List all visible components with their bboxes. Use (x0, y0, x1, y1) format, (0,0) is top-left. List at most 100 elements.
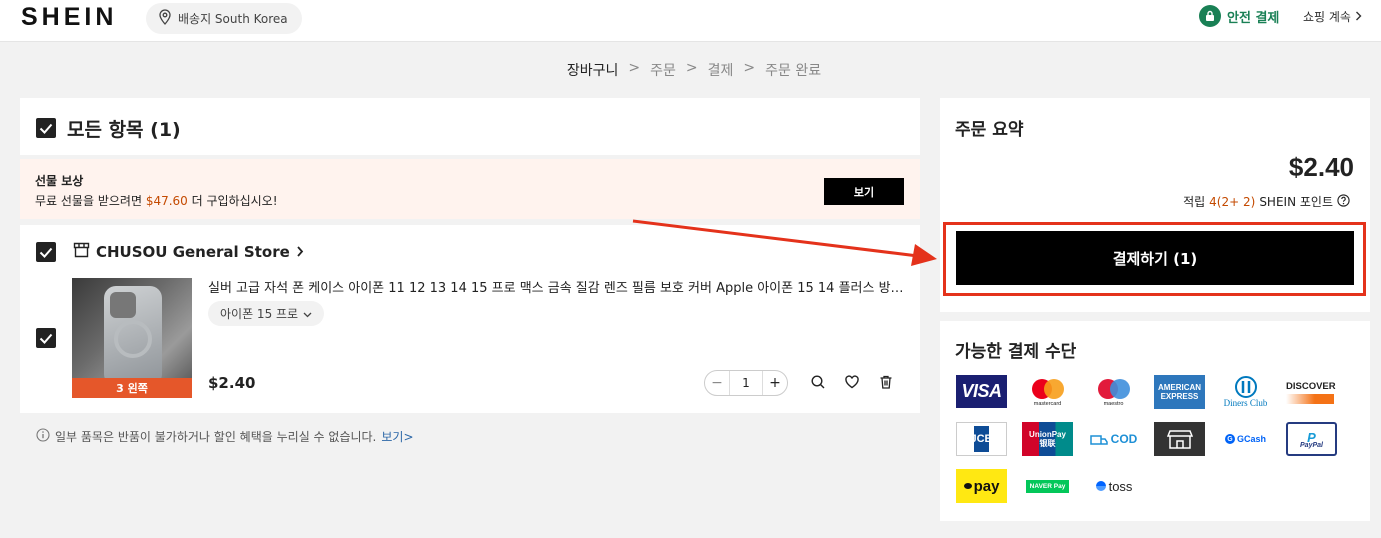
wishlist-heart-icon[interactable] (844, 374, 860, 394)
diners-club-label: Diners Club (1223, 398, 1268, 408)
gift-desc-suffix: 더 구입하십시오! (187, 194, 278, 208)
info-icon (36, 428, 50, 445)
gcash-label: GCash (1236, 434, 1266, 444)
cod-logo: COD (1088, 422, 1139, 456)
kakaopay-logo: pay (956, 469, 1007, 503)
continue-shopping-link[interactable]: 쇼핑 계속 (1303, 8, 1362, 25)
lock-icon (1199, 5, 1221, 27)
mastercard-logo: mastercard (1022, 375, 1073, 409)
points-prefix: 적립 (1183, 195, 1206, 209)
item-checkbox[interactable] (36, 328, 56, 348)
gift-reward-banner: 선물 보상 무료 선물을 받으려면 $47.60 더 구입하십시오! 보기 (20, 159, 920, 219)
camera-illustration (110, 292, 136, 318)
kakaopay-label: pay (973, 477, 1000, 495)
quantity-decrease-button[interactable]: − (705, 375, 729, 391)
select-all-checkbox[interactable] (36, 118, 56, 138)
gift-amount: $47.60 (145, 194, 188, 208)
gcash-logo: G GCash (1220, 422, 1271, 456)
top-header: SHEIN 배송지 South Korea 안전 결제 쇼핑 계속 (0, 0, 1381, 42)
store-link[interactable]: CHUSOU General Store (73, 242, 304, 262)
shein-logo[interactable]: SHEIN (21, 3, 117, 32)
product-image[interactable]: 3 왼쪽 (72, 278, 192, 398)
breadcrumb-order: 주문 (650, 63, 676, 79)
secure-checkout-label: 안전 결제 (1227, 10, 1280, 26)
return-policy-view-link[interactable]: 보기> (381, 428, 413, 445)
quantity-stepper: − 1 + (704, 370, 788, 396)
ship-to-selector[interactable]: 배송지 South Korea (146, 3, 302, 34)
quantity-value[interactable]: 1 (729, 371, 763, 395)
paypal-logo: P PayPal (1286, 422, 1337, 456)
magsafe-ring-illustration (114, 320, 152, 358)
naverpay-label: NAVER Pay (1025, 479, 1070, 493)
toss-logo: toss (1088, 469, 1139, 503)
store-panel: CHUSOU General Store 3 왼쪽 실버 고급 자석 폰 케이스… (20, 225, 920, 413)
trash-icon[interactable] (878, 374, 894, 394)
kakao-bubble-icon (963, 483, 972, 489)
return-policy-note: 일부 품목은 반품이 불가하거나 할인 혜택을 누리실 수 없습니다. 보기> (36, 428, 414, 445)
store-checkbox[interactable] (36, 242, 56, 262)
discover-stripe (1286, 393, 1334, 404)
select-all-label: 모든 항목 (1) (67, 119, 181, 141)
product-price: $2.40 (208, 374, 256, 392)
store-payment-logo (1154, 422, 1205, 456)
search-similar-icon[interactable] (810, 374, 826, 394)
payment-methods-title: 가능한 결제 수단 (955, 342, 1077, 362)
chevron-right-icon (1355, 10, 1362, 24)
checkout-highlight-box (943, 222, 1366, 296)
jcb-label: JCB (971, 426, 993, 452)
american-express-logo: AMERICAN EXPRESS (1154, 375, 1205, 409)
reward-points: 적립 4(2+ 2) SHEIN 포인트 (1183, 193, 1350, 210)
check-icon (39, 123, 53, 134)
maestro-label: maestro (1103, 401, 1124, 407)
question-help-icon[interactable] (1337, 193, 1350, 210)
breadcrumb-separator: > (685, 60, 698, 76)
return-policy-text: 일부 품목은 반품이 불가하거나 할인 혜택을 누리실 수 없습니다. (55, 430, 377, 444)
breadcrumb-separator: > (743, 60, 756, 76)
visa-logo: VISA (956, 375, 1007, 408)
breadcrumb-payment: 결제 (707, 63, 734, 79)
variant-label: 아이폰 15 프로 (220, 307, 299, 321)
paypal-label: PayPal (1300, 441, 1323, 449)
gcash-dot-icon: G (1224, 434, 1235, 444)
check-icon (39, 333, 53, 344)
discover-logo: DISCOVER (1286, 375, 1337, 409)
store-name: CHUSOU General Store (96, 243, 290, 261)
order-total: $2.40 (1288, 152, 1354, 182)
chevron-right-icon (296, 243, 304, 261)
jcb-logo: JCB (956, 422, 1007, 456)
naverpay-logo: NAVER Pay (1022, 469, 1073, 503)
gift-desc-prefix: 무료 선물을 받으려면 (35, 194, 146, 208)
gift-reward-title: 선물 보상 (35, 174, 84, 188)
toss-label: toss (1108, 478, 1133, 494)
gift-view-button[interactable]: 보기 (824, 178, 904, 205)
breadcrumb-separator: > (628, 60, 641, 76)
select-all-panel: 모든 항목 (1) (20, 98, 920, 155)
store-icon (73, 242, 90, 262)
continue-shopping-label: 쇼핑 계속 (1303, 10, 1351, 24)
discover-label: DISCOVER (1286, 380, 1336, 392)
ship-to-label: 배송지 South Korea (178, 12, 288, 26)
breadcrumb: 장바구니 > 주문 > 결제 > 주문 완료 (0, 60, 1381, 80)
points-suffix: SHEIN 포인트 (1259, 195, 1333, 209)
payment-methods-grid: VISA mastercard maestro AMERICAN EXPRESS… (956, 375, 1337, 503)
mastercard-label: mastercard (1033, 401, 1062, 407)
breadcrumb-complete: 주문 완료 (765, 63, 822, 79)
breadcrumb-cart: 장바구니 (566, 63, 619, 79)
quantity-increase-button[interactable]: + (763, 375, 787, 391)
maestro-logo: maestro (1088, 375, 1139, 409)
item-actions (810, 374, 894, 394)
unionpay-logo: UnionPay 银联 (1022, 422, 1073, 456)
variant-selector[interactable]: 아이폰 15 프로 (208, 301, 325, 326)
order-summary-title: 주문 요약 (955, 120, 1024, 140)
points-value: 4(2+ 2) (1209, 194, 1256, 209)
check-icon (39, 247, 53, 258)
chevron-down-icon (303, 307, 312, 321)
low-stock-badge: 3 왼쪽 (72, 378, 192, 398)
location-pin-icon (158, 9, 172, 28)
product-title[interactable]: 실버 고급 자석 폰 케이스 아이폰 11 12 13 14 15 프로 맥스 … (208, 277, 908, 296)
gift-reward-description: 무료 선물을 받으려면 $47.60 더 구입하십시오! (35, 192, 278, 209)
secure-checkout-badge: 안전 결제 (1199, 5, 1279, 27)
payment-methods-panel: 가능한 결제 수단 VISA mastercard maestro AMERIC… (940, 321, 1370, 521)
cod-label: COD (1110, 432, 1138, 446)
diners-club-logo: Diners Club (1220, 375, 1271, 409)
